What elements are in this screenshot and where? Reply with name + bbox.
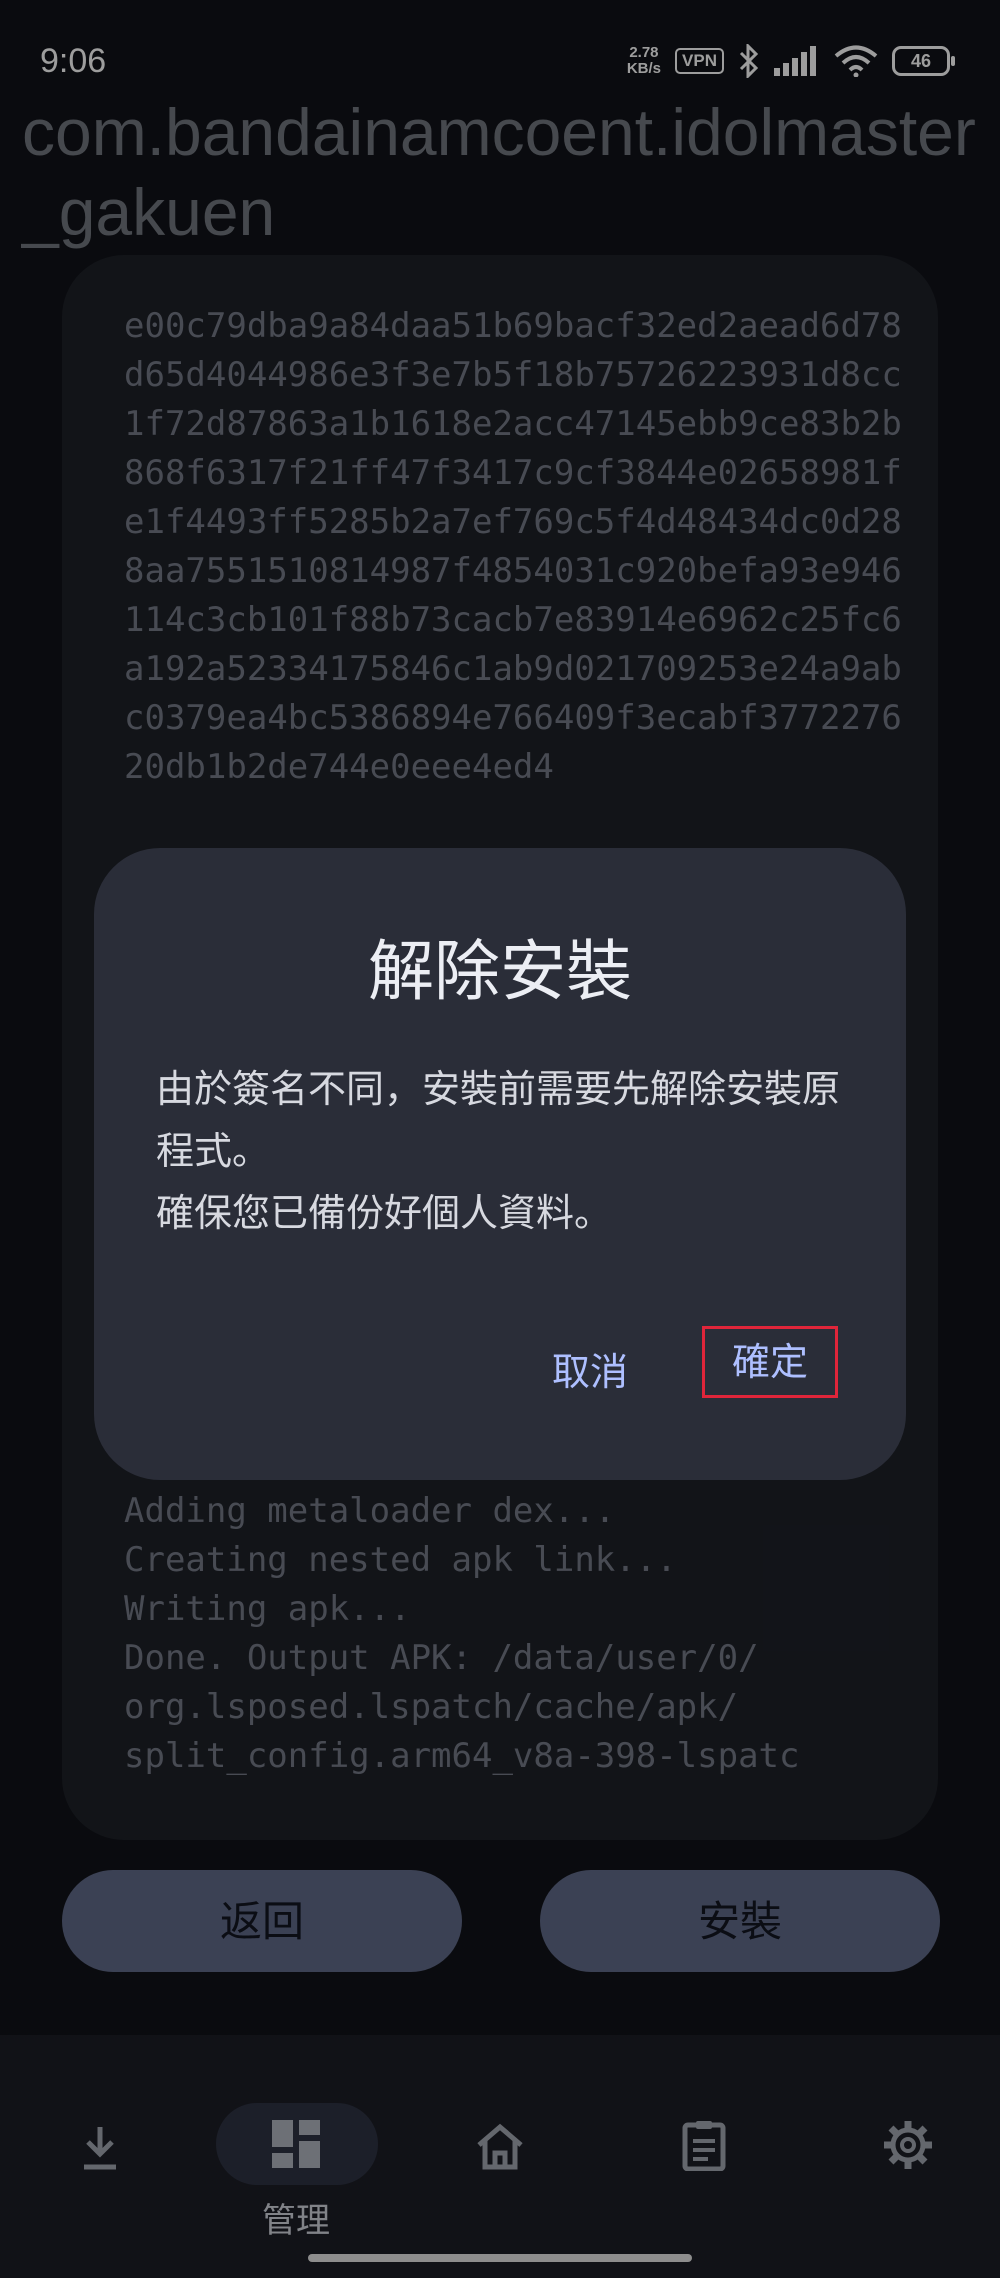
app-screen: 9:06 2.78 KB/s VPN 46 com.bandainamcoent… [0,0,1000,2278]
cancel-button[interactable]: 取消 [546,1340,634,1397]
confirm-button[interactable]: 確定 [702,1326,838,1398]
uninstall-dialog: 解除安裝 由於簽名不同，安裝前需要先解除安裝原程式。 確保您已備份好個人資料。 … [94,848,906,1480]
dialog-message: 由於簽名不同，安裝前需要先解除安裝原程式。 確保您已備份好個人資料。 [156,1067,841,1235]
dialog-title: 解除安裝 [368,933,632,1010]
